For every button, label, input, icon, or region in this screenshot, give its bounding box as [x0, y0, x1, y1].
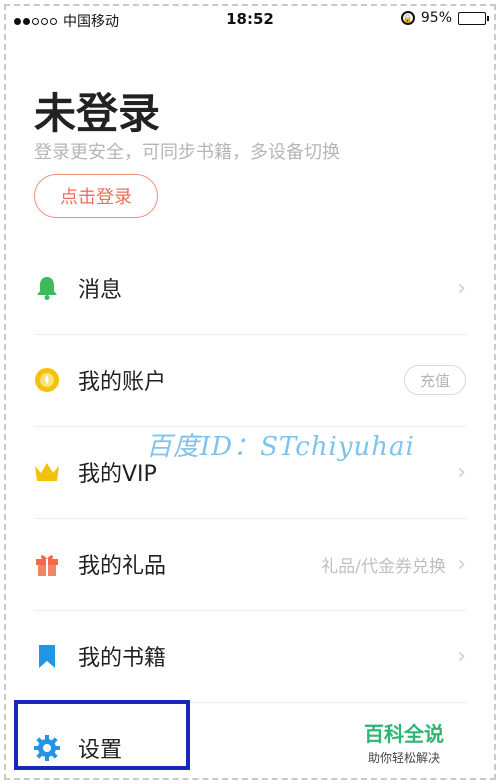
page-title: 未登录 — [34, 89, 161, 138]
menu-item-label: 我的礼品 — [78, 554, 167, 579]
menu-item-label: 我的账户 — [78, 370, 167, 395]
battery-icon — [458, 11, 489, 25]
brand-slogan: 助你轻松解决 — [367, 751, 440, 765]
battery-percent: 95% — [420, 10, 452, 26]
coin-icon — [35, 368, 59, 392]
gift-icon — [36, 555, 58, 576]
menu-item-label: 我的VIP — [78, 462, 157, 487]
menu-item-label: 我的书籍 — [78, 646, 167, 671]
bookmark-icon — [39, 645, 55, 668]
login-button[interactable]: 点击登录 — [34, 174, 158, 218]
rotation-lock-icon: 🔒 — [400, 11, 415, 25]
menu-item-account[interactable]: 我的账户 充值 — [6, 334, 494, 426]
login-subtitle: 登录更安全，可同步书籍，多设备切换 — [34, 142, 340, 163]
menu-item-gifts[interactable]: 我的礼品 礼品/代金券兑换 › — [6, 518, 494, 610]
status-right: 🔒 95% — [400, 10, 489, 26]
crown-icon — [35, 463, 59, 481]
menu-item-label: 消息 — [78, 278, 123, 303]
chevron-right-icon: › — [457, 459, 466, 485]
chevron-right-icon: › — [457, 551, 466, 577]
gift-hint: 礼品/代金券兑换 — [321, 556, 446, 577]
status-bar: 中国移动 18:52 🔒 95% — [6, 6, 494, 32]
chevron-right-icon: › — [457, 275, 466, 301]
menu-item-books[interactable]: 我的书籍 › — [6, 610, 494, 702]
menu-item-messages[interactable]: 消息 › — [6, 242, 494, 334]
recharge-button[interactable]: 充值 — [404, 365, 466, 395]
bell-icon — [37, 277, 57, 300]
settings-highlight-box — [14, 700, 190, 770]
brand-logo: 百科全说 助你轻松解决 — [334, 718, 474, 766]
watermark-text: 百度ID：STchiyuhai — [146, 432, 415, 462]
brand-name: 百科全说 — [364, 722, 444, 746]
app-frame: 中国移动 18:52 🔒 95% 未登录 登录更安全，可同步书籍，多设备切换 点… — [4, 4, 496, 780]
chevron-right-icon: › — [457, 643, 466, 669]
